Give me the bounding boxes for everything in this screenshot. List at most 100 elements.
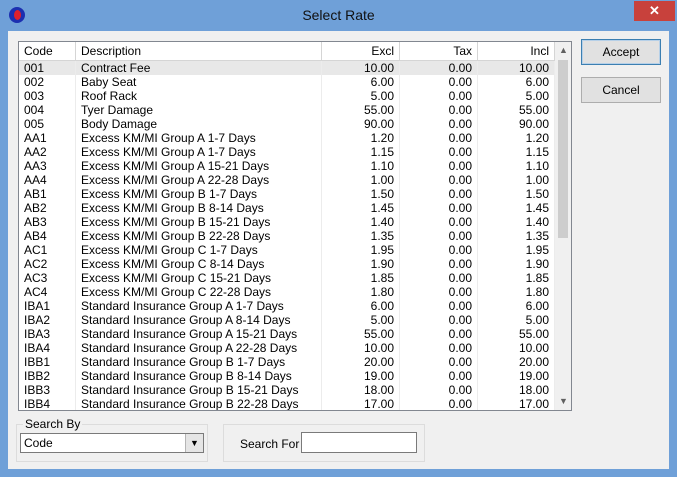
cell-incl: 1.85 (478, 271, 555, 285)
table-row[interactable]: AB4 Excess KM/MI Group B 22-28 Days 1.35 0.… (19, 229, 555, 243)
cell-description: Baby Seat (76, 75, 322, 89)
cell-description: Excess KM/MI Group B 1-7 Days (76, 187, 322, 201)
cell-tax: 0.00 (400, 257, 478, 271)
table-row[interactable]: AA2 Excess KM/MI Group A 1-7 Days 1.15 0.00… (19, 145, 555, 159)
cell-tax: 0.00 (400, 327, 478, 341)
column-header-excl[interactable]: Excl (322, 42, 400, 60)
column-header-incl[interactable]: Incl (478, 42, 555, 60)
vertical-scrollbar[interactable]: ▲ ▼ (555, 42, 571, 410)
cell-description: Excess KM/MI Group B 15-21 Days (76, 215, 322, 229)
cell-code: IBB2 (19, 369, 76, 383)
cell-tax: 0.00 (400, 229, 478, 243)
table-row[interactable]: IBB3 Standard Insurance Group B 15-21 Day… (19, 383, 555, 397)
cell-code: 005 (19, 117, 76, 131)
cell-code: AC4 (19, 285, 76, 299)
table-row[interactable]: AC4 Excess KM/MI Group C 22-28 Days 1.80 0.… (19, 285, 555, 299)
cell-description: Standard Insurance Group B 15-21 Days (76, 383, 322, 397)
cell-incl: 1.35 (478, 229, 555, 243)
accept-button[interactable]: Accept (581, 39, 661, 65)
cell-tax: 0.00 (400, 355, 478, 369)
dialog-body: Code Description Excl Tax Incl 001 Contra… (8, 31, 669, 469)
cell-incl: 1.90 (478, 257, 555, 271)
cell-tax: 0.00 (400, 201, 478, 215)
table-row[interactable]: 005 Body Damage 90.00 0.00 90.00 (19, 117, 555, 131)
cell-description: Excess KM/MI Group C 1-7 Days (76, 243, 322, 257)
chevron-down-icon[interactable]: ▼ (185, 434, 203, 452)
cell-incl: 90.00 (478, 117, 555, 131)
table-row[interactable]: AA3 Excess KM/MI Group A 15-21 Days 1.10 0.… (19, 159, 555, 173)
cell-incl: 55.00 (478, 327, 555, 341)
cell-tax: 0.00 (400, 369, 478, 383)
table-row[interactable]: IBA2 Standard Insurance Group A 8-14 Days… (19, 313, 555, 327)
cell-description: Standard Insurance Group B 22-28 Days (76, 397, 322, 410)
cell-incl: 1.80 (478, 285, 555, 299)
search-by-select[interactable]: Code ▼ (20, 433, 204, 453)
cell-code: IBA1 (19, 299, 76, 313)
cell-description: Tyer Damage (76, 103, 322, 117)
cell-tax: 0.00 (400, 131, 478, 145)
table-row[interactable]: AB3 Excess KM/MI Group B 15-21 Days 1.40 0.… (19, 215, 555, 229)
cell-code: IBA3 (19, 327, 76, 341)
table-row[interactable]: IBA3 Standard Insurance Group A 15-21 Day… (19, 327, 555, 341)
cell-description: Standard Insurance Group A 22-28 Days (76, 341, 322, 355)
scrollbar-thumb[interactable] (558, 60, 568, 238)
table-row[interactable]: IBA4 Standard Insurance Group A 22-28 Day… (19, 341, 555, 355)
table-row[interactable]: IBB2 Standard Insurance Group B 8-14 Days… (19, 369, 555, 383)
cell-code: IBB4 (19, 397, 76, 410)
cell-tax: 0.00 (400, 383, 478, 397)
cell-tax: 0.00 (400, 145, 478, 159)
cell-excl: 6.00 (322, 75, 400, 89)
list-header: Code Description Excl Tax Incl (19, 42, 555, 61)
cell-code: IBB3 (19, 383, 76, 397)
cell-incl: 18.00 (478, 383, 555, 397)
column-header-description[interactable]: Description (76, 42, 322, 60)
cell-code: AC2 (19, 257, 76, 271)
search-by-legend: Search By (23, 417, 83, 431)
table-row[interactable]: AC2 Excess KM/MI Group C 8-14 Days 1.90 0.0… (19, 257, 555, 271)
table-row[interactable]: 002 Baby Seat 6.00 0.00 6.00 (19, 75, 555, 89)
table-row[interactable]: AA4 Excess KM/MI Group A 22-28 Days 1.00 0.… (19, 173, 555, 187)
cell-tax: 0.00 (400, 187, 478, 201)
cell-tax: 0.00 (400, 89, 478, 103)
cell-code: AC3 (19, 271, 76, 285)
table-row[interactable]: AC3 Excess KM/MI Group C 15-21 Days 1.85 0.… (19, 271, 555, 285)
table-row[interactable]: 001 Contract Fee 10.00 0.00 10.00 (19, 61, 555, 75)
table-row[interactable]: AB2 Excess KM/MI Group B 8-14 Days 1.45 0.0… (19, 201, 555, 215)
cell-excl: 5.00 (322, 313, 400, 327)
table-row[interactable]: AA1 Excess KM/MI Group A 1-7 Days 1.20 0.00… (19, 131, 555, 145)
table-row[interactable]: AC1 Excess KM/MI Group C 1-7 Days 1.95 0.00… (19, 243, 555, 257)
table-row[interactable]: IBB1 Standard Insurance Group B 1-7 Days 2… (19, 355, 555, 369)
cell-excl: 1.90 (322, 257, 400, 271)
search-input[interactable] (301, 432, 417, 453)
cell-tax: 0.00 (400, 117, 478, 131)
cell-code: AC1 (19, 243, 76, 257)
column-header-tax[interactable]: Tax (400, 42, 478, 60)
cell-description: Roof Rack (76, 89, 322, 103)
table-row[interactable]: IBA1 Standard Insurance Group A 1-7 Days 6… (19, 299, 555, 313)
cell-excl: 55.00 (322, 327, 400, 341)
cell-tax: 0.00 (400, 341, 478, 355)
table-row[interactable]: 003 Roof Rack 5.00 0.00 5.00 (19, 89, 555, 103)
cancel-button[interactable]: Cancel (581, 77, 661, 103)
table-row[interactable]: 004 Tyer Damage 55.00 0.00 55.00 (19, 103, 555, 117)
cell-incl: 1.15 (478, 145, 555, 159)
list-rows: 001 Contract Fee 10.00 0.00 10.00 002 Baby Sea… (19, 61, 555, 410)
table-row[interactable]: AB1 Excess KM/MI Group B 1-7 Days 1.50 0.00… (19, 187, 555, 201)
scroll-down-icon[interactable]: ▼ (555, 393, 571, 410)
table-row[interactable]: IBB4 Standard Insurance Group B 22-28 Day… (19, 397, 555, 410)
cell-excl: 1.50 (322, 187, 400, 201)
cell-description: Excess KM/MI Group B 8-14 Days (76, 201, 322, 215)
cell-code: 004 (19, 103, 76, 117)
cell-incl: 1.20 (478, 131, 555, 145)
cell-description: Body Damage (76, 117, 322, 131)
cell-incl: 1.95 (478, 243, 555, 257)
cell-tax: 0.00 (400, 159, 478, 173)
cell-incl: 1.45 (478, 201, 555, 215)
column-header-code[interactable]: Code (19, 42, 76, 60)
cell-excl: 1.45 (322, 201, 400, 215)
cell-tax: 0.00 (400, 285, 478, 299)
scroll-up-icon[interactable]: ▲ (555, 42, 571, 59)
cell-tax: 0.00 (400, 243, 478, 257)
close-button[interactable]: ✕ (634, 1, 675, 21)
rates-list[interactable]: Code Description Excl Tax Incl 001 Contra… (18, 41, 572, 411)
